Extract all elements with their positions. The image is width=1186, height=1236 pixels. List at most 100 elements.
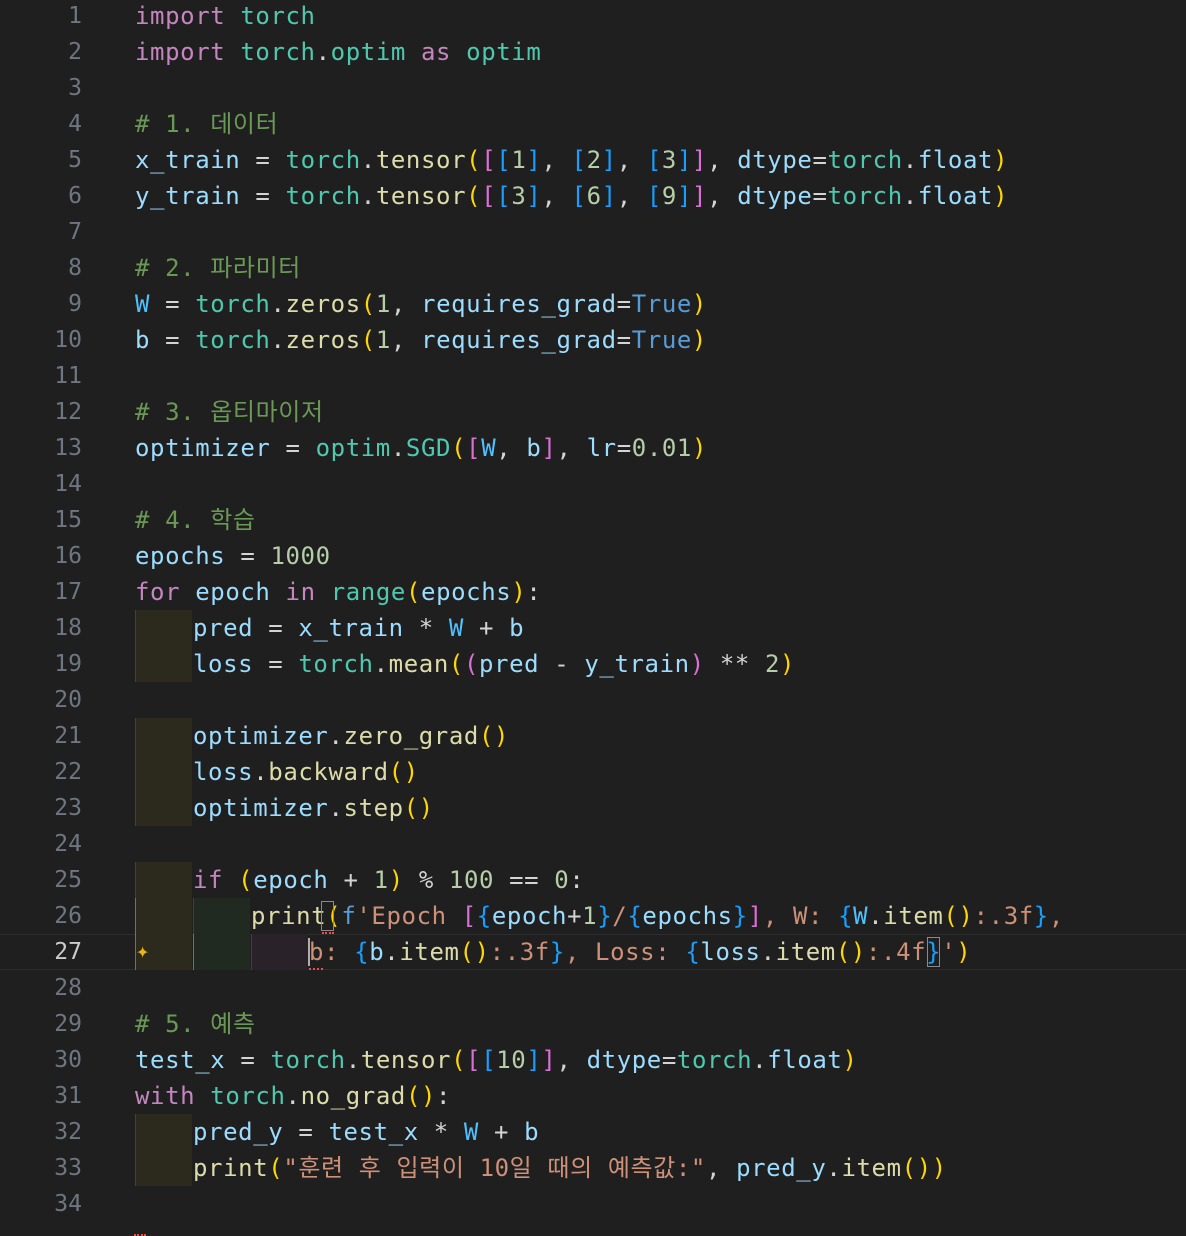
code-token: =	[150, 326, 196, 354]
code-line[interactable]: 29 # 5. 예측	[0, 1006, 1186, 1042]
code-token: {	[838, 902, 854, 930]
code-token: zero_grad	[343, 722, 479, 750]
code-text[interactable]: b = torch.zeros(1, requires_grad=True)	[135, 322, 707, 358]
code-line[interactable]: 30 test_x = torch.tensor([[10]], dtype=to…	[0, 1042, 1186, 1078]
code-token: step	[343, 794, 404, 822]
code-line[interactable]: 31 with torch.no_grad():	[0, 1078, 1186, 1114]
code-line[interactable]: 12 # 3. 옵티마이저	[0, 394, 1186, 430]
code-line[interactable]: 3	[0, 70, 1186, 106]
code-line[interactable]: 16 epochs = 1000	[0, 538, 1186, 574]
code-line[interactable]: 18 pred = x_train * W + b	[0, 610, 1186, 646]
code-line[interactable]: 34	[0, 1186, 1186, 1236]
code-line[interactable]: 15 # 4. 학습	[0, 502, 1186, 538]
indent-guide	[135, 898, 192, 934]
code-text[interactable]: pred_y = test_x * W + b	[193, 1114, 539, 1150]
code-line[interactable]: 20	[0, 682, 1186, 718]
code-text[interactable]: y_train = torch.tensor([[3], [6], [9]], …	[135, 178, 1008, 214]
line-number: 33	[54, 1155, 82, 1181]
code-token: optim	[330, 38, 406, 66]
code-token: :.4f	[865, 938, 927, 966]
code-token: )	[691, 434, 708, 462]
error-squiggle[interactable]	[134, 1228, 146, 1236]
code-text[interactable]: b: {b.item():.3f}, Loss: {loss.item():.4…	[309, 934, 971, 970]
code-line[interactable]: 13 optimizer = optim.SGD([W, b], lr=0.01)	[0, 430, 1186, 466]
code-line[interactable]: 23 optimizer.step()	[0, 790, 1186, 826]
code-line[interactable]: 25 if (epoch + 1) % 100 == 0:	[0, 862, 1186, 898]
code-token: (	[463, 650, 479, 678]
code-token: ]	[601, 182, 617, 210]
code-text[interactable]: loss.backward()	[193, 754, 419, 790]
code-token: =	[225, 1046, 271, 1074]
code-line[interactable]: 9W = torch.zeros(1, requires_grad=True)	[0, 286, 1186, 322]
code-text[interactable]: x_train = torch.tensor([[1], [2], [3]], …	[135, 142, 1008, 178]
code-text[interactable]: optimizer.step()	[193, 790, 434, 826]
code-text[interactable]: with torch.no_grad():	[135, 1078, 451, 1114]
sparkle-icon[interactable]: ✦	[136, 937, 149, 967]
code-text[interactable]: print(f'Epoch [{epoch+1}/{epochs}], W: {…	[251, 898, 1064, 934]
code-token: # 1. 데이터	[135, 110, 279, 138]
code-token: ()	[478, 722, 510, 750]
code-line[interactable]: 1 import torch	[0, 0, 1186, 34]
code-text[interactable]: loss = torch.mean((pred - y_train) ** 2)	[193, 646, 795, 682]
code-line[interactable]: 17 for epoch in range(epochs):	[0, 574, 1186, 610]
code-line[interactable]: 19 loss = torch.mean((pred - y_train) ** …	[0, 646, 1186, 682]
code-line[interactable]: 7	[0, 214, 1186, 250]
code-text[interactable]: pred = x_train * W + b	[193, 610, 524, 646]
code-token: {	[476, 902, 492, 930]
code-token: .	[345, 1046, 361, 1074]
line-number: 2	[68, 39, 82, 65]
code-token: =	[253, 650, 299, 678]
code-token: float	[917, 146, 994, 174]
code-line[interactable]: 4 # 1. 데이터	[0, 106, 1186, 142]
error-squiggle[interactable]	[309, 962, 323, 970]
code-text[interactable]: # 1. 데이터	[135, 106, 278, 142]
code-line[interactable]: 6 y_train = torch.tensor([[3], [6], [9]],…	[0, 178, 1186, 214]
code-text[interactable]: # 5. 예측	[135, 1006, 256, 1042]
code-line[interactable]: 2 import torch.optim as optim	[0, 34, 1186, 70]
code-text[interactable]: print("훈련 후 입력이 10일 때의 예측값:", pred_y.ite…	[193, 1150, 947, 1186]
indent-guide-line	[135, 754, 136, 790]
code-line[interactable]: 26 print(f'Epoch [{epoch+1}/{epochs}], W:…	[0, 898, 1186, 934]
code-line[interactable]: 21 optimizer.zero_grad()	[0, 718, 1186, 754]
code-token: **	[704, 650, 765, 678]
code-text[interactable]: # 3. 옵티마이저	[135, 394, 324, 430]
code-token: epoch	[491, 902, 568, 930]
code-token: :.3f	[973, 902, 1034, 930]
code-token: .	[270, 290, 286, 318]
code-line[interactable]: 27 b: {b.item():.3f}, Loss: {loss.item():…	[0, 934, 1186, 970]
code-line[interactable]: 8 # 2. 파라미터	[0, 250, 1186, 286]
code-token: print	[193, 1154, 269, 1182]
code-text[interactable]: import torch.optim as optim	[135, 34, 541, 70]
code-text[interactable]: epochs = 1000	[135, 538, 331, 574]
code-text[interactable]: for epoch in range(epochs):	[135, 574, 541, 610]
code-token: [	[571, 182, 587, 210]
code-text[interactable]: optimizer = optim.SGD([W, b], lr=0.01)	[135, 430, 707, 466]
code-line[interactable]: 28	[0, 970, 1186, 1006]
code-text[interactable]: W = torch.zeros(1, requires_grad=True)	[135, 286, 707, 322]
code-line[interactable]: 5 x_train = torch.tensor([[1], [2], [3]],…	[0, 142, 1186, 178]
code-token: True	[631, 326, 692, 354]
code-line[interactable]: 11	[0, 358, 1186, 394]
code-line[interactable]: 22 loss.backward()	[0, 754, 1186, 790]
code-token: item	[841, 1154, 902, 1182]
line-number: 30	[54, 1047, 82, 1073]
code-text[interactable]: # 2. 파라미터	[135, 250, 301, 286]
code-line[interactable]: 32 pred_y = test_x * W + b	[0, 1114, 1186, 1150]
code-line[interactable]: 14	[0, 466, 1186, 502]
code-token: test_x	[328, 1118, 419, 1146]
indent-guide	[135, 790, 192, 826]
code-text[interactable]: # 4. 학습	[135, 502, 256, 538]
code-editor[interactable]: 1 import torch 2 import torch.optim as opti…	[0, 0, 1186, 1236]
code-line[interactable]: 33 print("훈련 후 입력이 10일 때의 예측값:", pred_y.i…	[0, 1150, 1186, 1186]
code-text[interactable]: test_x = torch.tensor([[10]], dtype=torc…	[135, 1042, 858, 1078]
code-token: .	[360, 182, 376, 210]
code-text[interactable]: optimizer.zero_grad()	[193, 718, 509, 754]
indent-guide	[193, 898, 250, 934]
code-line[interactable]: 24	[0, 826, 1186, 862]
code-token: torch	[270, 1046, 346, 1074]
code-line[interactable]: 10 b = torch.zeros(1, requires_grad=True)	[0, 322, 1186, 358]
code-text[interactable]: import torch	[135, 0, 316, 34]
code-token: "훈련 후 입력이 10일 때의 예측값:"	[283, 1154, 706, 1182]
code-text[interactable]: if (epoch + 1) % 100 == 0:	[193, 862, 584, 898]
indent-guide-line	[135, 1114, 136, 1150]
